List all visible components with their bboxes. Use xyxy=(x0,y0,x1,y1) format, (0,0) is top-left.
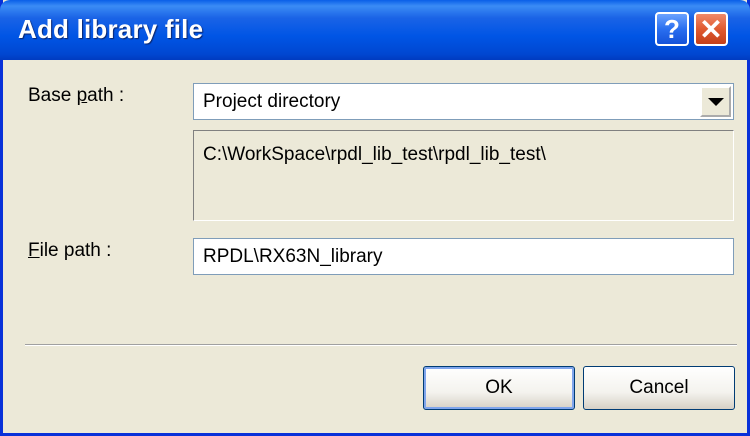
file-path-input[interactable] xyxy=(193,238,734,275)
ok-button[interactable]: OK xyxy=(423,366,575,410)
help-icon: ? xyxy=(664,13,680,44)
dialog-title: Add library file xyxy=(18,14,204,44)
resolved-base-path: C:\WorkSpace\rpdl_lib_test\rpdl_lib_test… xyxy=(193,130,734,221)
resolved-base-path-text: C:\WorkSpace\rpdl_lib_test\rpdl_lib_test… xyxy=(203,144,546,165)
title-bar[interactable]: Add library file ? ✕ xyxy=(0,0,750,60)
base-path-label: Base path : xyxy=(28,85,125,106)
close-button[interactable]: ✕ xyxy=(694,12,728,46)
chevron-down-icon xyxy=(707,97,724,106)
add-library-file-dialog: Add library file ? ✕ Base path : Project… xyxy=(0,0,750,436)
dropdown-button[interactable] xyxy=(700,86,731,117)
close-icon: ✕ xyxy=(699,13,723,45)
divider xyxy=(25,344,737,346)
help-button[interactable]: ? xyxy=(655,12,689,46)
cancel-button[interactable]: Cancel xyxy=(583,366,735,410)
file-path-label: File path : xyxy=(28,240,112,261)
base-path-selected: Project directory xyxy=(203,91,341,112)
base-path-dropdown[interactable]: Project directory xyxy=(193,83,734,120)
